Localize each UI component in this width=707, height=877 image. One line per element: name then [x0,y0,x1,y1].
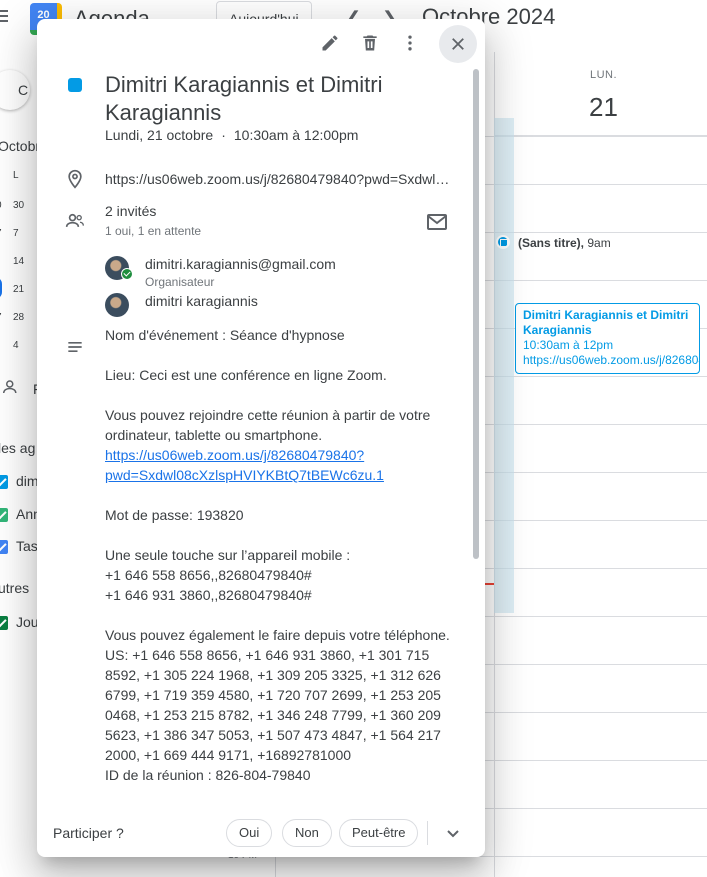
untitled-task[interactable]: (Sans titre), 9am [518,236,611,250]
checkbox-icon[interactable] [0,508,8,523]
mini-calendar-day[interactable]: 7 [0,228,2,239]
event-details-dialog: Dimitri Karagiannis et Dimitri Karagiann… [37,19,485,857]
guests-icon [65,213,84,227]
description-event-name: Nom d'événement : Séance d'hypnose [105,327,345,343]
description-password: Mot de passe: 193820 [105,507,244,523]
create-button[interactable]: C [0,70,30,110]
event-description: Nom d'événement : Séance d'hypnose Lieu:… [105,325,457,805]
rsvp-no-button[interactable]: Non [282,819,332,847]
dialog-scrollbar[interactable] [473,69,479,559]
location-pin-icon [68,169,82,189]
untitled-task-time: 9am [587,236,611,250]
description-mobile: Une seule touche sur l’appareil mobile :… [105,545,457,605]
event-block[interactable]: Dimitri Karagiannis et Dimitri Karagiann… [515,303,700,374]
other-calendars-title[interactable]: utres [0,580,29,596]
guests-summary: 1 oui, 1 en attente [105,224,202,238]
email-guests-icon[interactable] [425,210,449,234]
close-button[interactable] [439,25,477,63]
close-icon [452,38,464,50]
people-icon[interactable] [3,378,21,396]
event-color-swatch [68,78,82,92]
guest-role: Organisateur [145,275,215,289]
calendar-item-label: Jou [16,614,39,630]
guest-name: dimitri karagiannis [145,293,258,309]
mini-calendar-day[interactable]: 14 [13,256,24,267]
task-icon[interactable] [496,235,510,249]
selected-day-column [494,118,514,613]
header-divider [494,135,707,136]
rsvp-maybe-button[interactable]: Peut-être [339,819,419,847]
meeting-id: ID de la réunion : 826-804-79840 [105,767,311,783]
zoom-link[interactable]: https://us06web.zoom.us/j/82680479840?pw… [105,447,384,483]
guests-count[interactable]: 2 invités [105,203,156,219]
mini-calendar-day-selected[interactable]: 21 [13,284,24,295]
create-label: C [18,82,29,98]
main-menu-icon[interactable] [0,10,10,24]
delete-button[interactable] [354,27,386,59]
event-date: Lundi, 21 octobre [105,127,214,143]
calendar-item[interactable]: dim [0,473,39,493]
checkbox-icon[interactable] [0,540,8,555]
calendar-item[interactable]: Ann [0,506,41,526]
chevron-down-icon[interactable] [441,821,465,845]
rsvp-yes-button[interactable]: Oui [226,819,273,847]
mini-calendar-day[interactable]: 7 [13,228,19,239]
untitled-task-title: (Sans titre), [518,236,585,250]
description-join-info: Vous pouvez rejoindre cette réunion à pa… [105,405,457,485]
event-title: Dimitri Karagiannis et Dimitri Karagiann… [105,72,383,125]
mini-calendar-day[interactable]: 0 [0,200,2,211]
trash-icon [363,35,377,51]
dialog-toolbar [37,19,485,67]
avatar [105,293,129,317]
calendar-item[interactable]: Tas [0,538,38,558]
mini-calendar-selected-day [0,277,2,299]
rsvp-footer: Participer ? Oui Non Peut-être [37,813,485,857]
mobile-title: Une seule touche sur l’appareil mobile : [105,547,351,563]
calendar-item-label: Tas [16,538,38,554]
calendar-item[interactable]: Jou [0,614,39,634]
event-location[interactable]: https://us06web.zoom.us/j/82680479840?pw… [105,171,455,187]
mini-calendar-day[interactable]: 4 [13,340,19,351]
edit-button[interactable] [314,27,346,59]
day-name: LUN. [590,69,618,81]
current-time-line [485,583,494,585]
mini-calendar-day[interactable]: 28 [13,312,24,323]
mobile-number: +1 646 558 8656,,82680479840# [105,567,312,583]
avatar [105,256,133,280]
event-time: 10:30am à 12:00pm [233,127,359,143]
checkbox-icon[interactable] [0,475,8,490]
mini-calendar-day[interactable]: 30 [13,200,24,211]
mini-calendar-day[interactable]: 7 [0,312,2,323]
rsvp-label: Participer ? [53,825,124,841]
mini-calendar-weekday: L [13,170,19,181]
calendar-page: 20 Agenda Aujourd'hui ❮ ❯ Octobre 2024 C… [0,0,707,877]
footer-divider [427,821,428,845]
description-location: Lieu: Ceci est une conférence en ligne Z… [105,367,387,383]
calendar-item-label: dim [16,473,39,489]
guest-name: dimitri.karagiannis@gmail.com [145,256,336,272]
accepted-check-icon [121,268,133,280]
pencil-icon [322,35,338,51]
more-options-button[interactable] [394,27,426,59]
event-block-location: https://us06web.zoom.us/j/82680479840 [523,353,699,367]
day-number[interactable]: 21 [589,92,618,123]
description-join-text: Vous pouvez rejoindre cette réunion à pa… [105,407,431,443]
event-block-time: 10:30am à 12pm [523,338,614,352]
phone-title: Vous pouvez également le faire depuis vo… [105,627,450,643]
description-phone: Vous pouvez également le faire depuis vo… [105,625,457,785]
checkbox-icon[interactable] [0,616,8,631]
my-calendars-title[interactable]: les ag [0,440,35,456]
event-datetime: Lundi, 21 octobre · 10:30am à 12:00pm [105,127,359,143]
mobile-number: +1 646 931 3860,,82680479840# [105,587,312,603]
more-vert-icon [408,35,412,51]
description-icon [68,342,82,352]
event-block-title: Dimitri Karagiannis et Dimitri Karagiann… [523,308,689,337]
phone-numbers: US: +1 646 558 8656, +1 646 931 3860, +1… [105,647,441,763]
